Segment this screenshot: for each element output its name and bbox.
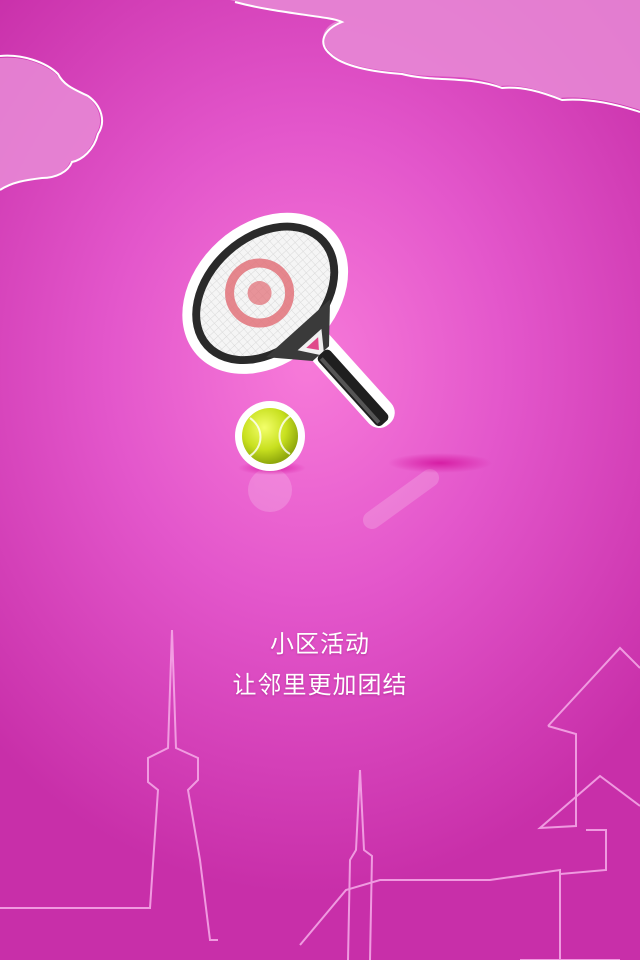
cloud-top-right xyxy=(230,0,640,113)
tennis-ball-icon xyxy=(235,401,305,471)
cloud-top-left xyxy=(0,54,104,191)
racket-reflection xyxy=(248,468,439,529)
splash-illustration xyxy=(0,0,640,960)
splash-title: 小区活动 xyxy=(270,630,370,658)
splash-screen: 小区活动 让邻里更加团结 xyxy=(0,0,640,960)
racket-shadow xyxy=(388,453,492,473)
splash-subtitle: 让邻里更加团结 xyxy=(232,671,408,699)
